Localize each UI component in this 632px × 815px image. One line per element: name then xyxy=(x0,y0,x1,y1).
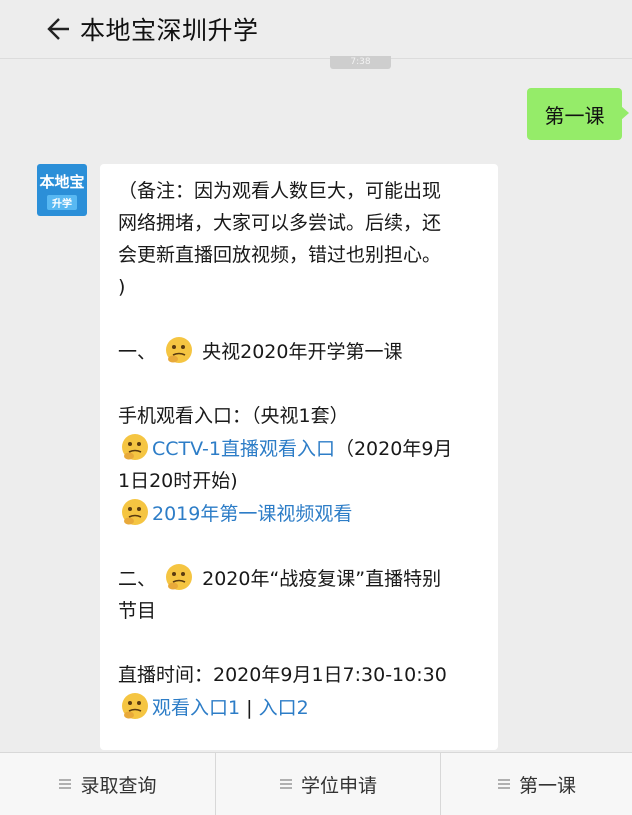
note-line: 网络拥堵，大家可以多尝试。后续，还 xyxy=(118,212,442,234)
link-separator: | xyxy=(240,697,259,719)
thinking-face-icon xyxy=(122,434,148,460)
link-line-1: CCTV-1直播观看入口（2020年9月 xyxy=(118,432,484,465)
menu-lines-icon xyxy=(279,779,292,789)
menu-item-first-lesson[interactable]: 第一课 xyxy=(441,753,632,815)
menu-item-admission-query[interactable]: 录取查询 xyxy=(0,753,216,815)
avatar-logo-text: 本地宝 xyxy=(39,172,85,191)
video-2019-link[interactable]: 2019年第一课视频观看 xyxy=(152,503,352,525)
bottom-menu: 录取查询 学位申请 第一课 xyxy=(0,752,632,815)
menu-item-degree-application[interactable]: 学位申请 xyxy=(216,753,441,815)
section-2-heading: 二、 2020年“战疫复课”直播特别 xyxy=(118,562,484,595)
note-line: （备注：因为观看人数巨大，可能出现 xyxy=(118,180,442,202)
mobile-entry-label: 手机观看入口：（央视1套） xyxy=(118,405,349,427)
received-message-bubble: （备注：因为观看人数巨大，可能出现 网络拥堵，大家可以多尝试。后续，还 会更新直… xyxy=(100,164,498,750)
title-bar: 本地宝深圳升学 xyxy=(0,0,632,59)
cctv1-live-link[interactable]: CCTV-1直播观看入口 xyxy=(152,438,335,460)
thinking-face-icon xyxy=(122,693,148,719)
menu-lines-icon xyxy=(497,779,510,789)
avatar[interactable]: 本地宝 升学 xyxy=(37,164,87,216)
page-title: 本地宝深圳升学 xyxy=(80,16,259,45)
watch-entry-2-link[interactable]: 入口2 xyxy=(259,697,309,719)
thinking-face-icon xyxy=(166,337,193,363)
menu-lines-icon xyxy=(59,779,72,789)
sent-message-bubble: 第一课 xyxy=(527,88,629,140)
back-button[interactable] xyxy=(36,7,80,51)
avatar-logo-sub: 升学 xyxy=(47,194,77,210)
note-line: ) xyxy=(118,276,126,298)
note-line: 会更新直播回放视频，错过也别担心。 xyxy=(118,244,442,266)
watch-entry-1-link[interactable]: 观看入口1 xyxy=(152,697,240,719)
time-divider: 7:38 xyxy=(330,56,391,69)
thinking-face-icon xyxy=(122,499,148,525)
thinking-face-icon xyxy=(166,564,193,590)
link1-suffix-line2: 1日20时开始) xyxy=(118,470,238,492)
section-2-heading-line2: 节目 xyxy=(118,600,157,622)
live-time: 直播时间：2020年9月1日7:30-10:30 xyxy=(118,664,447,686)
back-arrow-icon xyxy=(47,18,69,40)
watch-links: 观看入口1 | 入口2 xyxy=(118,691,484,724)
section-1-heading: 一、 央视2020年开学第一课 xyxy=(118,335,484,368)
link-line-2: 2019年第一课视频观看 xyxy=(118,497,484,530)
